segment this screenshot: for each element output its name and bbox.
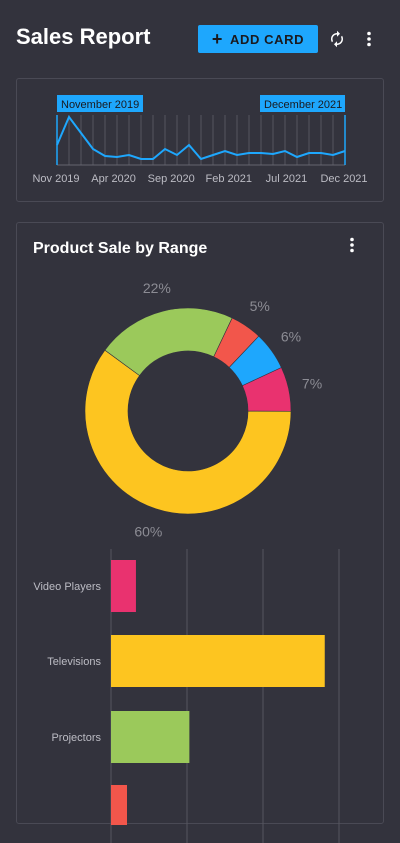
bar-category-label: Video Players — [33, 581, 101, 593]
donut-data-label: 60% — [134, 524, 162, 540]
range-tick-label: Jul 2021 — [266, 173, 308, 185]
bar-category-label: Televisions — [47, 656, 101, 668]
range-navigator[interactable]: November 2019 December 2021 Nov 2019 Apr … — [17, 79, 383, 201]
header-more-button[interactable] — [358, 28, 380, 50]
refresh-icon — [331, 30, 343, 48]
add-card-label: ADD CARD — [229, 31, 305, 47]
page-title: Sales Report — [16, 24, 151, 49]
bar — [111, 560, 136, 612]
donut-data-label: 7% — [302, 376, 322, 392]
range-tick-label: Dec 2021 — [320, 173, 367, 185]
range-start-label: November 2019 — [61, 99, 139, 111]
donut-chart: 7% 60% 22% 5% 6% — [84, 280, 322, 540]
refresh-button[interactable] — [326, 28, 348, 50]
add-card-button[interactable]: + ADD CARD — [198, 25, 318, 53]
donut-data-label: 22% — [143, 280, 171, 296]
plus-icon: + — [211, 29, 223, 49]
range-tick-label: Nov 2019 — [32, 173, 79, 185]
donut-data-label: 5% — [250, 298, 270, 314]
bar — [111, 635, 325, 687]
range-tick-label: Sep 2020 — [148, 173, 195, 185]
bar-partial — [111, 785, 127, 825]
range-navigator-card: November 2019 December 2021 Nov 2019 Apr … — [16, 78, 384, 202]
bar-category-label: Projectors — [51, 732, 101, 744]
range-end-label: December 2021 — [264, 99, 342, 111]
bar-chart: Video Players Televisions Projectors — [33, 549, 340, 843]
app-header: Sales Report + ADD CARD — [0, 0, 400, 78]
bar — [111, 711, 190, 763]
donut-data-label: 6% — [281, 329, 301, 345]
product-sale-card: Product Sale by Range 7% 60% 22% 5% 6% Video… — [16, 222, 384, 843]
range-tick-label: Feb 2021 — [206, 173, 252, 185]
range-tick-label: Apr 2020 — [91, 173, 136, 185]
more-vert-icon — [367, 31, 371, 47]
